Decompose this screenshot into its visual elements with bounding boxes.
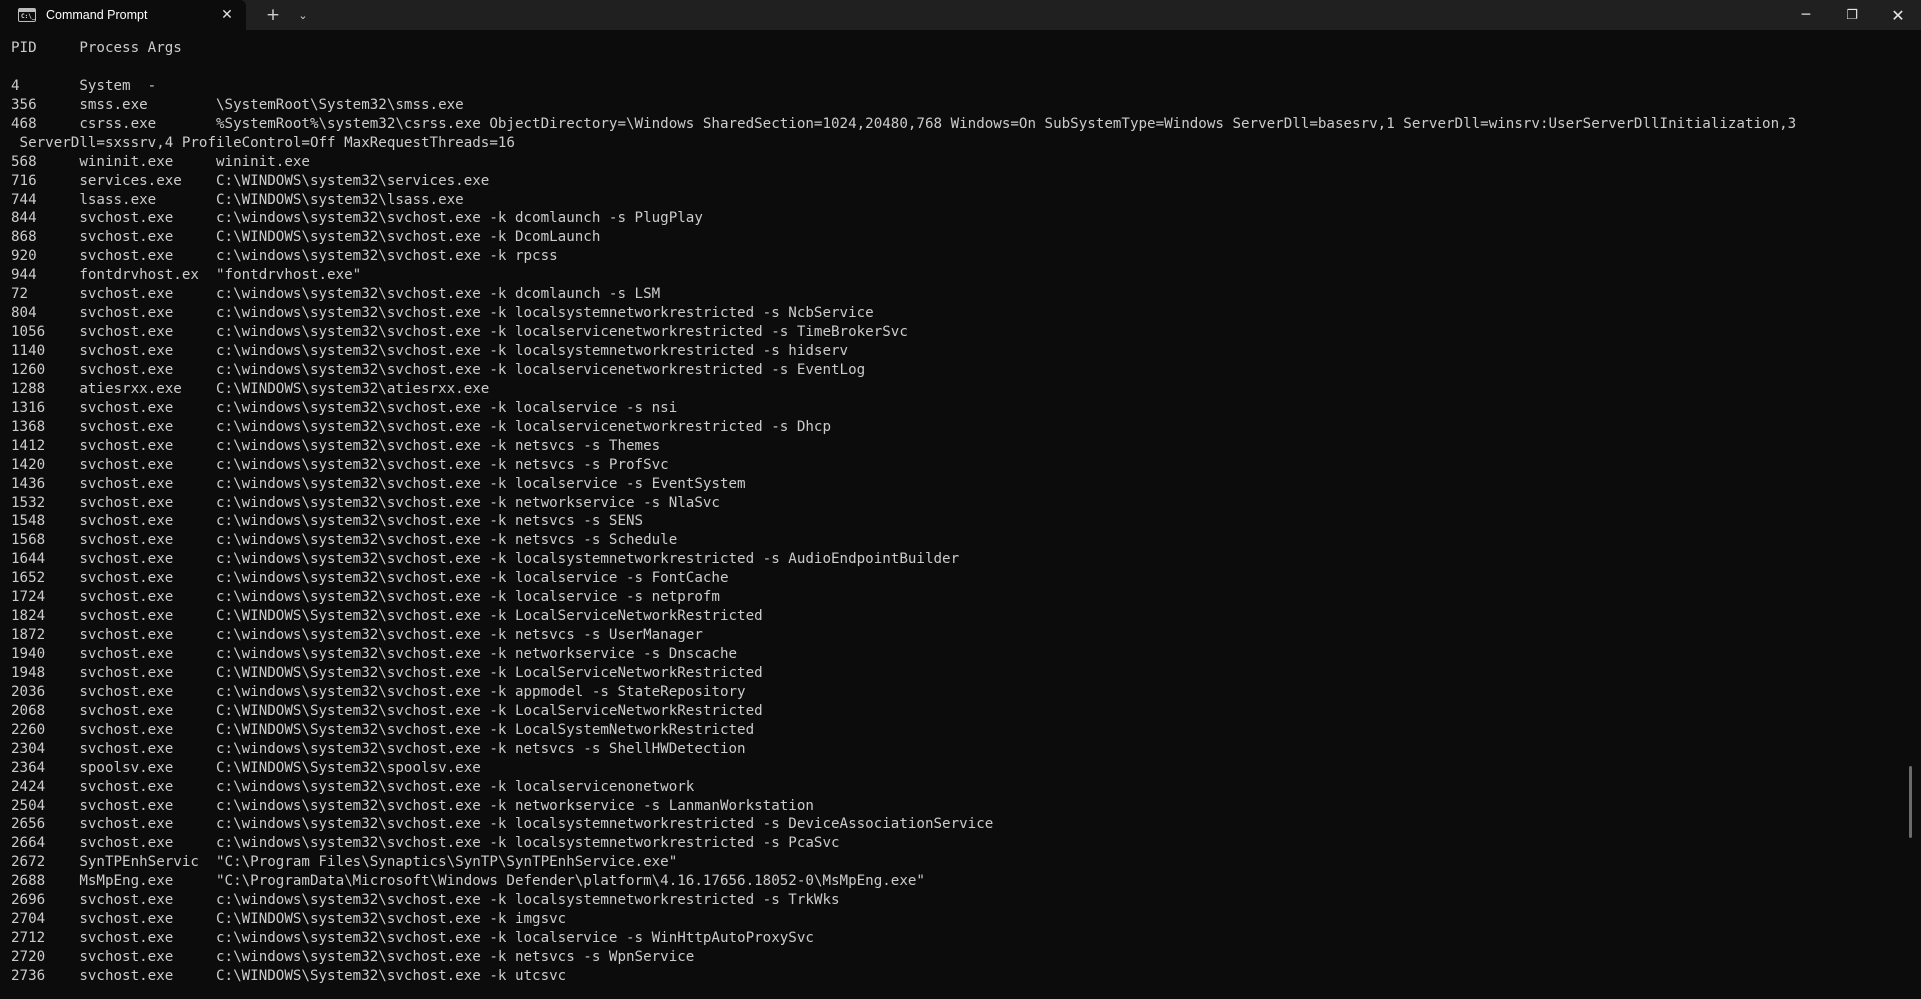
terminal-line: 356 smss.exe \SystemRoot\System32\smss.e… <box>11 96 464 113</box>
restore-icon: ❐ <box>1846 7 1858 23</box>
terminal-line: 2712 svchost.exe c:\windows\system32\svc… <box>11 930 814 947</box>
title-bar-drag-area[interactable] <box>318 0 1783 30</box>
terminal-line: 2704 svchost.exe C:\WINDOWS\system32\svc… <box>11 911 567 928</box>
terminal-line: 1824 svchost.exe C:\WINDOWS\System32\svc… <box>11 608 763 625</box>
terminal-line: 2696 svchost.exe c:\windows\system32\svc… <box>11 892 840 909</box>
terminal-line: 2424 svchost.exe c:\windows\system32\svc… <box>11 778 695 795</box>
terminal-line: ServerDll=sxssrv,4 ProfileControl=Off Ma… <box>11 134 515 151</box>
minimize-button[interactable]: ─ <box>1783 0 1829 30</box>
close-icon: ✕ <box>1891 5 1905 25</box>
terminal-line: 2504 svchost.exe c:\windows\system32\svc… <box>11 797 814 814</box>
terminal-line: 468 csrss.exe %SystemRoot%\system32\csrs… <box>11 115 1797 132</box>
terminal-line: 716 services.exe C:\WINDOWS\system32\ser… <box>11 172 490 189</box>
terminal-line: PID Process Args <box>11 40 182 56</box>
terminal-line: 1288 atiesrxx.exe C:\WINDOWS\system32\at… <box>11 380 490 397</box>
terminal-line: 1412 svchost.exe c:\windows\system32\svc… <box>11 437 661 454</box>
terminal-line: 72 svchost.exe c:\windows\system32\svcho… <box>11 286 661 303</box>
terminal-line: 1568 svchost.exe c:\windows\system32\svc… <box>11 532 678 549</box>
scrollbar-thumb[interactable] <box>1909 766 1912 838</box>
tab-dropdown-button[interactable]: ⌄ <box>288 0 318 30</box>
terminal-line: 1140 svchost.exe c:\windows\system32\svc… <box>11 343 849 359</box>
terminal-line: 920 svchost.exe c:\windows\system32\svch… <box>11 248 558 265</box>
terminal-line: 1872 svchost.exe c:\windows\system32\svc… <box>11 627 703 644</box>
terminal-line: 868 svchost.exe C:\WINDOWS\system32\svch… <box>11 229 601 246</box>
terminal-line: 1056 svchost.exe c:\windows\system32\svc… <box>11 324 908 341</box>
close-window-button[interactable]: ✕ <box>1875 0 1921 30</box>
terminal-output: PID Process Args 4 System - 356 smss.exe \… <box>11 39 1906 986</box>
new-tab-button[interactable]: + <box>258 0 288 30</box>
terminal-line: 1532 svchost.exe c:\windows\system32\svc… <box>11 494 720 511</box>
terminal-line: 944 fontdrvhost.ex "fontdrvhost.exe" <box>11 267 362 284</box>
terminal-area[interactable]: PID Process Args 4 System - 356 smss.exe \… <box>0 30 1921 999</box>
cmd-icon: C:\_ <box>18 8 36 22</box>
terminal-line: 2664 svchost.exe c:\windows\system32\svc… <box>11 835 840 852</box>
plus-icon: + <box>265 5 281 25</box>
minimize-icon: ─ <box>1801 7 1811 23</box>
cmd-icon-text: C:\_ <box>21 13 36 20</box>
terminal-line: 2672 SynTPEnhServic "C:\Program Files\Sy… <box>11 854 678 871</box>
terminal-line: 2260 svchost.exe C:\WINDOWS\System32\svc… <box>11 721 755 738</box>
title-bar: C:\_ Command Prompt ✕ + ⌄ ─ ❐ ✕ <box>0 0 1921 30</box>
terminal-line: 844 svchost.exe c:\windows\system32\svch… <box>11 210 703 227</box>
terminal-line: 2688 MsMpEng.exe "C:\ProgramData\Microso… <box>11 873 925 890</box>
terminal-line: 804 svchost.exe c:\windows\system32\svch… <box>11 305 874 322</box>
terminal-line: 1420 svchost.exe c:\windows\system32\svc… <box>11 456 669 473</box>
terminal-line: 2036 svchost.exe c:\windows\system32\svc… <box>11 683 746 700</box>
terminal-line: 2736 svchost.exe C:\WINDOWS\System32\svc… <box>11 967 567 984</box>
terminal-line: 1940 svchost.exe c:\windows\system32\svc… <box>11 646 738 662</box>
terminal-line: 1948 svchost.exe C:\WINDOWS\System32\svc… <box>11 664 763 681</box>
terminal-line: 2068 svchost.exe C:\WINDOWS\System32\svc… <box>11 702 763 719</box>
tab-command-prompt[interactable]: C:\_ Command Prompt ✕ <box>0 0 246 30</box>
terminal-line: 1368 svchost.exe c:\windows\system32\svc… <box>11 418 831 435</box>
terminal-line: 2656 svchost.exe c:\windows\system32\svc… <box>11 816 994 833</box>
close-tab-icon[interactable]: ✕ <box>216 4 238 26</box>
chevron-down-icon: ⌄ <box>298 8 308 22</box>
terminal-line: 1644 svchost.exe c:\windows\system32\svc… <box>11 551 960 568</box>
terminal-line: 2304 svchost.exe c:\windows\system32\svc… <box>11 740 746 757</box>
terminal-line: 1260 svchost.exe c:\windows\system32\svc… <box>11 361 866 378</box>
maximize-button[interactable]: ❐ <box>1829 0 1875 30</box>
terminal-line: 1652 svchost.exe c:\windows\system32\svc… <box>11 570 729 587</box>
terminal-line: 568 wininit.exe wininit.exe <box>11 153 310 170</box>
terminal-line: 4 System - <box>11 77 157 94</box>
terminal-line: 2364 spoolsv.exe C:\WINDOWS\System32\spo… <box>11 759 481 776</box>
terminal-line: 1316 svchost.exe c:\windows\system32\svc… <box>11 399 678 416</box>
tab-title: Command Prompt <box>46 8 148 22</box>
terminal-line: 1548 svchost.exe c:\windows\system32\svc… <box>11 513 644 530</box>
terminal-line: 1436 svchost.exe c:\windows\system32\svc… <box>11 475 746 492</box>
terminal-line: 2720 svchost.exe c:\windows\system32\svc… <box>11 949 695 965</box>
terminal-line: 744 lsass.exe C:\WINDOWS\system32\lsass.… <box>11 191 464 208</box>
terminal-line: 1724 svchost.exe c:\windows\system32\svc… <box>11 589 720 606</box>
